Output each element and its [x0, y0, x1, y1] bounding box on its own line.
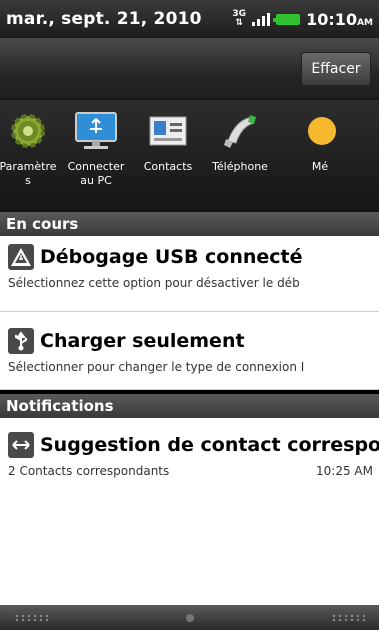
- quick-item-contacts[interactable]: Contacts: [136, 100, 200, 212]
- notification-title: Charger seulement: [40, 330, 245, 352]
- notification-charge-only[interactable]: Charger seulement Sélectionner pour chan…: [0, 312, 379, 390]
- grip-icon: [331, 614, 365, 622]
- usb-icon: [8, 328, 34, 354]
- computer-usb-icon: [73, 110, 119, 152]
- battery-icon: [273, 13, 301, 25]
- clear-button[interactable]: Effacer: [301, 52, 371, 86]
- quick-label-settings: Paramètre s: [0, 160, 57, 187]
- contacts-icon: [145, 110, 191, 152]
- status-bar: mar., sept. 21, 2010 3G ⇅ 10:10AM: [0, 0, 379, 38]
- notification-subtitle: 2 Contacts correspondants: [8, 464, 170, 478]
- status-time: 10:10AM: [306, 9, 373, 29]
- gear-icon: [5, 110, 51, 152]
- quick-label-phone: Téléphone: [212, 160, 268, 173]
- section-header-ongoing: En cours: [0, 212, 379, 236]
- notification-contact-suggestion[interactable]: Suggestion de contact correspond 2 Conta…: [0, 418, 379, 496]
- notification-title: Débogage USB connecté: [40, 246, 303, 268]
- quick-label-contacts: Contacts: [143, 160, 193, 173]
- contact-link-icon: [8, 432, 34, 458]
- quick-item-settings[interactable]: Paramètre s: [0, 100, 57, 212]
- section-header-notifications: Notifications: [0, 394, 379, 418]
- signal-icon: [252, 12, 271, 26]
- notification-usb-debug[interactable]: Débogage USB connecté Sélectionnez cette…: [0, 236, 379, 312]
- notification-time: 10:25 AM: [316, 464, 373, 478]
- phone-icon: [217, 110, 263, 152]
- status-date: mar., sept. 21, 2010: [6, 9, 202, 29]
- weather-icon: [297, 110, 343, 152]
- notification-subtitle-row: 2 Contacts correspondants 10:25 AM: [8, 464, 379, 478]
- quick-item-phone[interactable]: Téléphone: [200, 100, 280, 212]
- quick-item-weather[interactable]: Mé: [280, 100, 360, 212]
- quick-settings-row: Paramètre s Connecter au PC Contacts Tél…: [0, 100, 379, 212]
- grip-icon: [14, 614, 48, 622]
- quick-label-connect-pc: Connecter au PC: [67, 160, 125, 187]
- status-icons: 3G ⇅ 10:10AM: [232, 10, 373, 29]
- notification-subtitle: Sélectionner pour changer le type de con…: [8, 360, 305, 374]
- notification-header: Effacer: [0, 38, 379, 100]
- network-3g-icon: 3G ⇅: [232, 9, 246, 28]
- panel-drag-handle[interactable]: [0, 605, 379, 630]
- handle-dot-icon: [186, 614, 194, 622]
- notification-subtitle: Sélectionnez cette option pour désactive…: [8, 276, 300, 290]
- quick-label-weather: Mé: [311, 160, 329, 173]
- notification-title: Suggestion de contact correspond: [40, 434, 379, 456]
- quick-item-connect-pc[interactable]: Connecter au PC: [56, 100, 136, 212]
- notification-list-empty-area: [0, 495, 379, 605]
- warning-icon: [8, 244, 34, 270]
